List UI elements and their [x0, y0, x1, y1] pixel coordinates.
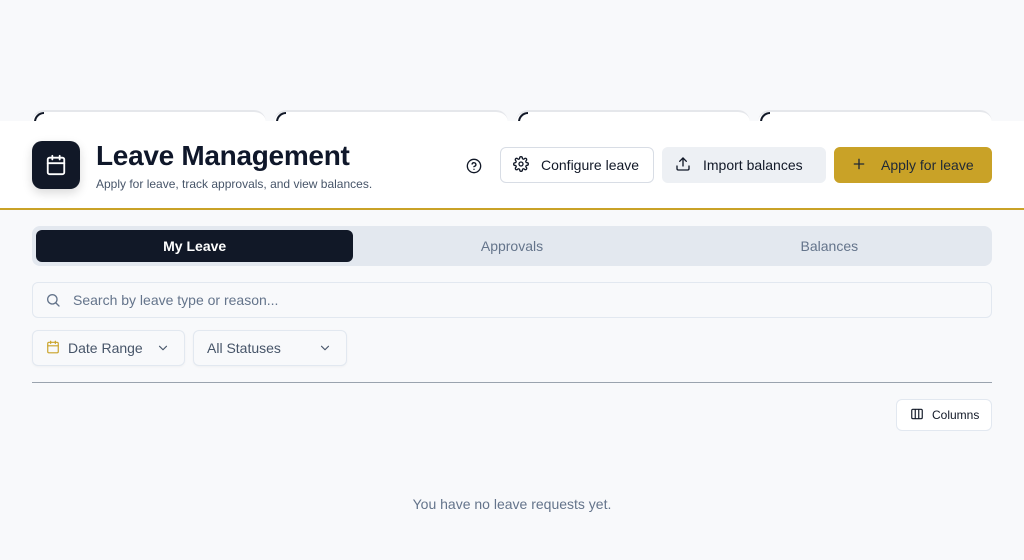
import-balances-button[interactable]: Import balances: [662, 147, 826, 183]
plus-icon: [851, 156, 867, 175]
date-range-filter[interactable]: Date Range: [32, 330, 185, 366]
columns-icon: [910, 407, 924, 424]
configure-leave-label: Configure leave: [541, 157, 640, 173]
search-box: [32, 282, 992, 318]
help-circle-icon[interactable]: [465, 157, 483, 175]
upload-icon: [675, 156, 691, 175]
leave-management-page: Leave Management Apply for leave, track …: [0, 0, 1024, 560]
search-icon: [33, 292, 73, 308]
columns-label: Columns: [932, 408, 980, 422]
gear-icon: [513, 155, 529, 175]
page-header: Leave Management Apply for leave, track …: [0, 121, 1024, 210]
tab-my-leave[interactable]: My Leave: [36, 230, 354, 262]
chevron-down-icon: [156, 341, 170, 358]
date-range-label: Date Range: [68, 340, 143, 356]
empty-state-message: You have no leave requests yet.: [412, 496, 612, 512]
configure-leave-button[interactable]: Configure leave: [500, 147, 654, 183]
tab-balances[interactable]: Balances: [671, 230, 988, 262]
calendar-icon: [46, 340, 60, 357]
apply-for-leave-button[interactable]: Apply for leave: [834, 147, 992, 183]
tab-bar: My Leave Approvals Balances: [32, 226, 992, 266]
calendar-icon: [32, 141, 80, 189]
page-title: Leave Management: [96, 140, 350, 171]
divider: [32, 382, 992, 383]
status-filter[interactable]: All Statuses: [193, 330, 347, 366]
status-filter-label: All Statuses: [207, 340, 281, 356]
chevron-down-icon: [318, 341, 332, 358]
apply-for-leave-label: Apply for leave: [881, 157, 974, 173]
search-input[interactable]: [73, 292, 991, 308]
columns-button[interactable]: Columns: [896, 399, 992, 431]
tab-approvals[interactable]: Approvals: [353, 230, 670, 262]
import-balances-label: Import balances: [703, 157, 803, 173]
page-subtitle: Apply for leave, track approvals, and vi…: [96, 177, 373, 191]
